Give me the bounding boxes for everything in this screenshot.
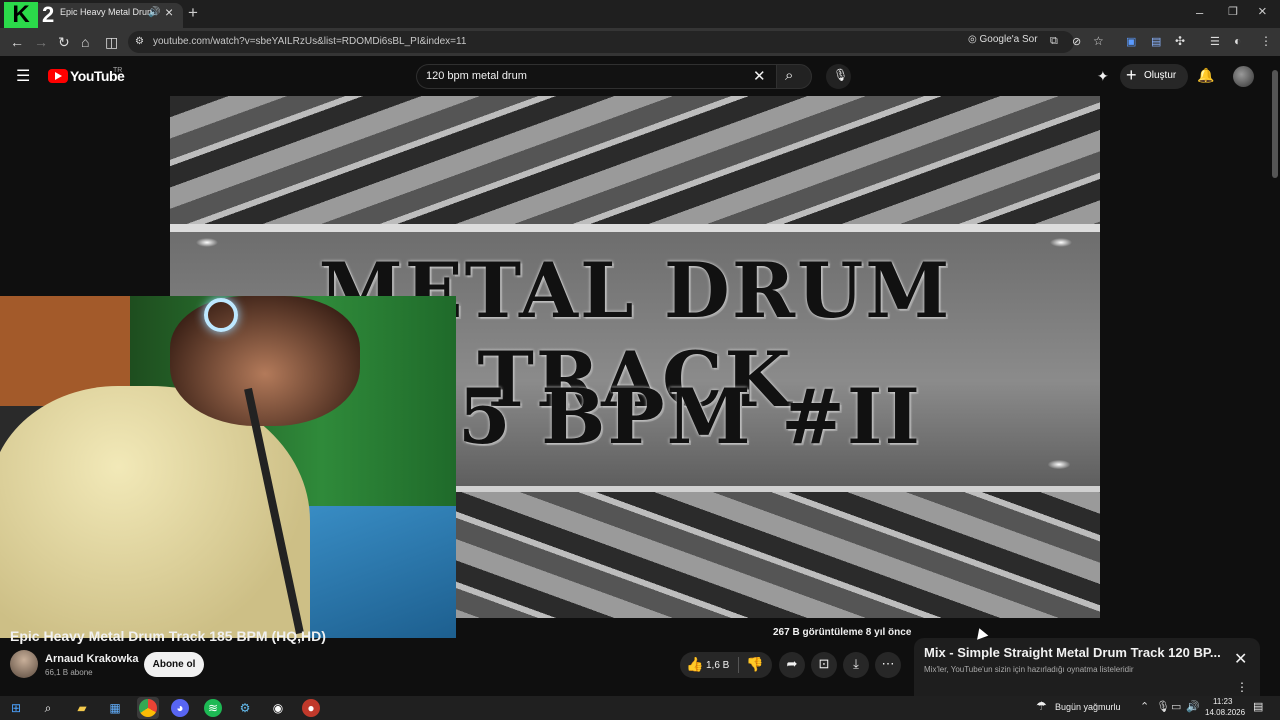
google-ask-label: Google'a Sor [979, 34, 1038, 45]
account-avatar[interactable] [1233, 66, 1254, 87]
subscriber-count: 66,1 B abone [45, 668, 93, 677]
taskbar-search-icon[interactable]: ⌕ [39, 699, 57, 717]
microphone-icon[interactable]: 🎙 [833, 68, 848, 82]
side-panel-icon[interactable]: ◫ [105, 34, 118, 51]
microphone-tray-icon[interactable]: 🎙 [1156, 700, 1170, 713]
reload-icon[interactable]: ↻ [58, 34, 70, 51]
url-text[interactable]: youtube.com/watch?v=sbeYAILRzUs&list=RDO… [153, 36, 466, 47]
search-icon[interactable]: ⌕ [785, 67, 793, 84]
steam-icon[interactable]: ⚙ [236, 699, 254, 717]
mix-playlist-subtitle: Mix'ler, YouTube'un sizin için hazırladı… [924, 665, 1134, 674]
view-count: 267 B görüntüleme 8 yıl önce [773, 627, 912, 638]
region-label: TR [113, 67, 123, 74]
video-title: Epic Heavy Metal Drum Track 185 BPM (HQ,… [10, 628, 326, 644]
windows-start-icon[interactable]: ⊞ [7, 699, 25, 717]
weather-label[interactable]: Bugün yağmurlu [1055, 702, 1121, 712]
browser-tab-title: Epic Heavy Metal Drum Track 185 BPM [60, 7, 152, 17]
mix-playlist-title[interactable]: Mix - Simple Straight Metal Drum Track 1… [924, 645, 1224, 660]
like-icon[interactable]: 👍 [686, 656, 703, 673]
hamburger-menu-icon[interactable]: ☰ [16, 66, 30, 86]
translate-icon[interactable]: ▣ [1126, 35, 1136, 48]
discord-icon[interactable]: ◕ [171, 699, 189, 717]
volume-icon[interactable]: 🔊 [1186, 700, 1200, 713]
weather-rain-icon[interactable]: ☂ [1036, 699, 1047, 713]
extension-icon[interactable]: ▤ [1151, 35, 1161, 48]
notifications-bell-icon[interactable]: 🔔 [1197, 67, 1214, 84]
clock-date[interactable]: 14.08.2026 [1205, 708, 1245, 717]
google-ask-icon: ◎ [968, 34, 980, 45]
thumbnail-chevron-top [170, 96, 1100, 224]
puzzle-icon[interactable]: ✣ [1175, 34, 1185, 48]
chrome-menu-icon[interactable]: ⋮ [1260, 34, 1272, 48]
network-icon[interactable]: ▭ [1171, 700, 1181, 713]
chrome-icon[interactable] [139, 699, 157, 717]
bookmark-star-icon[interactable]: ☆ [1093, 34, 1104, 48]
k2-logo-letter: K [4, 2, 38, 28]
eye-off-icon[interactable]: ⊘ [1072, 35, 1081, 48]
mix-close-icon[interactable]: ✕ [1234, 649, 1247, 669]
search-clear-icon[interactable]: ✕ [753, 67, 766, 85]
install-icon[interactable]: ⧉ [1050, 35, 1058, 48]
window-minimize-icon[interactable]: – [1196, 5, 1203, 20]
like-divider [738, 657, 739, 673]
channel-name[interactable]: Arnaud Krakowka [45, 653, 139, 665]
google-ask-button[interactable]: ◎ Google'a Sor [968, 34, 1038, 45]
headset-icon [204, 298, 238, 332]
app-icon[interactable]: ◉ [269, 699, 287, 717]
channel-avatar[interactable] [10, 650, 38, 678]
search-input[interactable]: 120 bpm metal drum [426, 70, 527, 82]
k2-logo-number: 2 [42, 2, 55, 27]
more-horizontal-icon[interactable]: ⋯ [875, 656, 901, 672]
clock-time[interactable]: 11:23 [1213, 697, 1232, 706]
webcam-person-head [170, 296, 360, 426]
spotify-icon[interactable]: ≋ [204, 699, 222, 717]
new-tab-button[interactable]: + [188, 3, 198, 23]
download-icon[interactable]: ⤓ [843, 656, 869, 672]
window-restore-icon[interactable]: ❐ [1228, 5, 1238, 18]
site-info-icon[interactable]: ⚙ [135, 36, 144, 47]
scrollbar-thumb[interactable] [1272, 70, 1278, 178]
plus-icon: + [1126, 65, 1137, 85]
dislike-icon[interactable]: 👎 [746, 656, 763, 673]
home-icon[interactable]: ⌂ [81, 34, 89, 50]
tab-search-icon[interactable]: ☰ [1210, 35, 1220, 48]
file-explorer-icon[interactable]: ▰ [73, 699, 91, 717]
tray-expand-icon[interactable]: ⌃ [1140, 700, 1149, 713]
tab-audio-icon[interactable]: 🔊 [148, 7, 160, 18]
webcam-overlay [0, 296, 456, 638]
profile-icon[interactable]: ◐ [1234, 34, 1241, 48]
save-icon[interactable]: ⊡ [811, 656, 837, 672]
create-label: Oluştur [1144, 70, 1177, 81]
youtube-play-icon [55, 72, 62, 80]
mix-more-icon[interactable]: ⋮ [1236, 680, 1248, 694]
back-icon[interactable]: ← [10, 34, 24, 50]
subscribe-label[interactable]: Abone ol [144, 659, 204, 670]
tab-close-icon[interactable]: × [165, 4, 173, 20]
rivet [1048, 460, 1070, 469]
notifications-icon[interactable]: ▤ [1253, 700, 1263, 713]
window-close-icon[interactable]: × [1258, 3, 1267, 20]
search-button[interactable] [776, 64, 812, 89]
like-count[interactable]: 1,6 B [706, 660, 729, 671]
obs-icon[interactable]: ● [302, 699, 320, 717]
playables-icon[interactable]: ✦ [1097, 68, 1109, 85]
share-icon[interactable]: ➦ [779, 656, 805, 672]
store-icon[interactable]: ▦ [106, 699, 124, 717]
forward-icon[interactable]: → [34, 34, 48, 50]
